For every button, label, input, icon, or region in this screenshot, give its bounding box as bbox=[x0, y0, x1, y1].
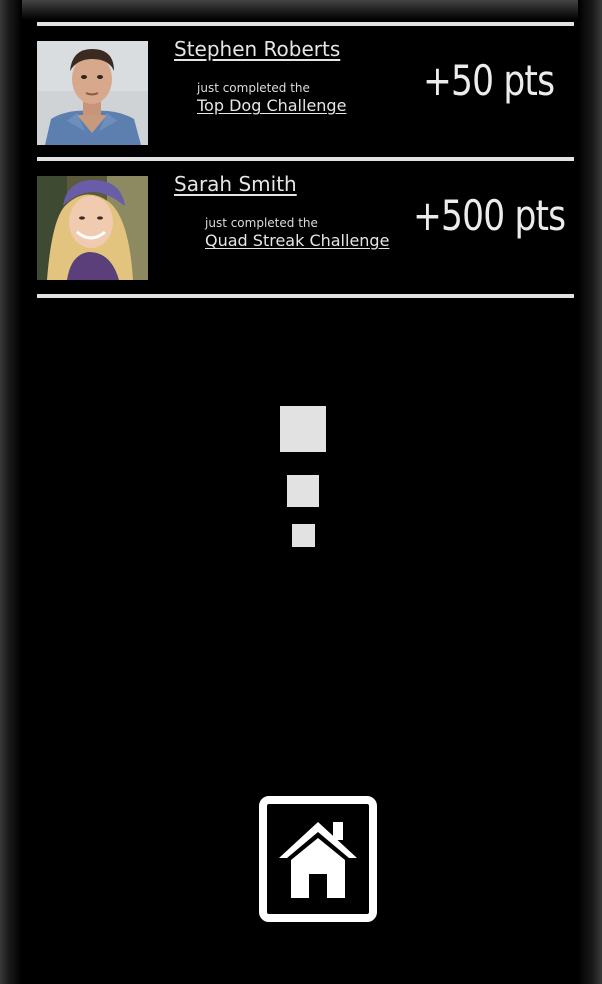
male-user-photo-icon bbox=[37, 41, 148, 145]
user-name-link[interactable]: Sarah Smith bbox=[174, 172, 297, 196]
left-shadow bbox=[0, 0, 22, 984]
top-shadow bbox=[0, 0, 602, 20]
activity-text: just completed the bbox=[197, 81, 310, 95]
right-shadow bbox=[578, 0, 602, 984]
feed-item: Stephen Roberts just completed the Top D… bbox=[37, 37, 574, 145]
home-button[interactable] bbox=[259, 796, 377, 922]
home-icon bbox=[279, 822, 357, 898]
female-user-photo-icon bbox=[37, 176, 148, 280]
divider bbox=[37, 22, 574, 26]
divider bbox=[37, 294, 574, 298]
points-label: +50 pts bbox=[423, 56, 555, 105]
loader-block-small bbox=[292, 524, 315, 547]
loader-block-large bbox=[280, 406, 326, 452]
loader-block-medium bbox=[287, 475, 319, 507]
user-name-link[interactable]: Stephen Roberts bbox=[174, 37, 340, 61]
feed-item: Sarah Smith just completed the Quad Stre… bbox=[37, 172, 574, 280]
avatar[interactable] bbox=[37, 176, 148, 280]
activity-text: just completed the bbox=[205, 216, 318, 230]
challenge-link[interactable]: Top Dog Challenge bbox=[197, 96, 346, 115]
avatar[interactable] bbox=[37, 41, 148, 145]
points-label: +500 pts bbox=[413, 191, 566, 240]
challenge-link[interactable]: Quad Streak Challenge bbox=[205, 231, 389, 250]
divider bbox=[37, 157, 574, 161]
